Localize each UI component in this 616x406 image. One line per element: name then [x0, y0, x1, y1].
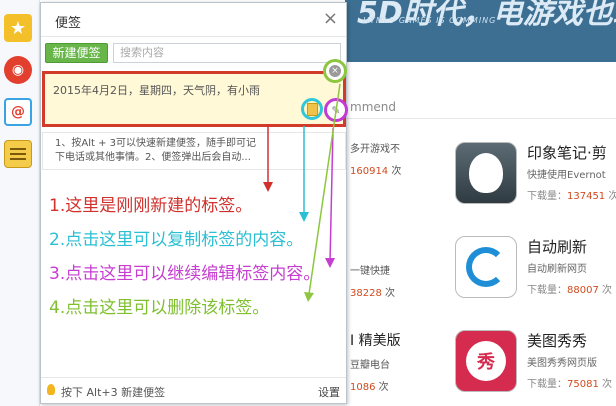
close-icon[interactable]: × [323, 8, 338, 29]
search-input[interactable]: 搜索内容 [113, 43, 341, 63]
divider [345, 118, 616, 119]
app-name[interactable]: 自动刷新 [527, 236, 587, 257]
settings-link[interactable]: 设置 [318, 384, 340, 400]
annotation-3: 3.点击这里可以继续编辑标签内容。 [49, 264, 321, 284]
notes-panel: 便签 × 新建便签 搜索内容 2015年4月2日，星期四，天气阴，有小雨 ✎ ×… [40, 2, 348, 404]
delete-dot: × [329, 65, 341, 77]
list-item-title[interactable]: I 精美版 [350, 330, 401, 350]
meitu-icon: 秀 [455, 330, 517, 392]
app-downloads: 下载量：75081 次 [527, 379, 612, 390]
list-item-desc: 多开游戏不 [350, 144, 400, 155]
app-downloads: 下载量：88007 次 [527, 285, 612, 296]
app-name[interactable]: 印象笔记·剪 [527, 142, 607, 163]
note-icon[interactable] [4, 140, 32, 168]
note-line: 下电话或其他事情。2、便签弹出后会自动... [55, 152, 251, 163]
banner-subtitle: HTML5 GAMES IS COMMING [363, 16, 497, 25]
note-text: 1、按Alt + 3可以快速新建便签，随手即可记 下电话或其他事情。2、便签弹出… [55, 137, 317, 165]
lightbulb-icon [47, 384, 55, 395]
note-text: 2015年4月2日，星期四，天气阴，有小雨 [53, 84, 260, 97]
delete-icon[interactable]: × [323, 59, 347, 83]
app-downloads: 下载量：137451 次 [527, 191, 616, 202]
list-item-desc: 一键快捷 [350, 266, 390, 277]
annotation-1: 1.这里是刚刚新建的标签。 [49, 196, 253, 216]
note-item-new[interactable]: 2015年4月2日，星期四，天气阴，有小雨 ✎ [42, 71, 348, 127]
tab-recommend[interactable]: mmend [350, 100, 396, 114]
list-item-downloads: 38228 次 [350, 288, 395, 299]
list-item-downloads: 1086 次 [350, 382, 389, 393]
note-line: 1、按Alt + 3可以快速新建便签，随手即可记 [55, 138, 257, 149]
promo-banner[interactable]: 5D时代，电游戏也玩出 HTML5 GAMES IS COMMING [345, 0, 616, 62]
app-desc: 自动刷新网页 [527, 264, 587, 275]
app-name[interactable]: 美图秀秀 [527, 330, 587, 351]
list-item-downloads: 160914 次 [350, 166, 402, 177]
panel-header: 便签 × [41, 3, 346, 37]
star-icon[interactable]: ★ [4, 14, 32, 42]
footer-hint: 按下 Alt+3 新建便签 [61, 386, 166, 399]
annotation-2: 2.点击这里可以复制标签的内容。 [49, 230, 304, 250]
refresh-icon [455, 236, 517, 298]
evernote-icon [455, 142, 517, 204]
panel-footer: 按下 Alt+3 新建便签 设置 [41, 377, 346, 403]
copy-icon[interactable] [301, 98, 323, 120]
app-item-autorefresh[interactable]: 自动刷新 自动刷新网页 下载量：88007 次 [455, 236, 615, 300]
side-dock: ★ ◉ @ [0, 0, 40, 406]
mail-icon[interactable]: @ [4, 98, 32, 126]
app-item-meitu[interactable]: 秀 美图秀秀 美图秀秀网页版 下载量：75081 次 [455, 330, 615, 394]
list-item-desc: 豆瓣电台 [350, 360, 390, 371]
weibo-icon[interactable]: ◉ [4, 56, 32, 84]
panel-title: 便签 [55, 16, 82, 31]
app-desc: 快捷使用Evernot [527, 170, 606, 181]
app-item-evernote[interactable]: 印象笔记·剪 快捷使用Evernot 下载量：137451 次 [455, 142, 616, 206]
app-desc: 美图秀秀网页版 [527, 358, 597, 369]
new-note-button[interactable]: 新建便签 [45, 43, 108, 63]
edit-icon[interactable]: ✎ [324, 98, 348, 122]
note-item[interactable]: 1、按Alt + 3可以快速新建便签，随手即可记 下电话或其他事情。2、便签弹出… [42, 132, 346, 170]
annotation-4: 4.点击这里可以删除该标签。 [49, 298, 270, 318]
